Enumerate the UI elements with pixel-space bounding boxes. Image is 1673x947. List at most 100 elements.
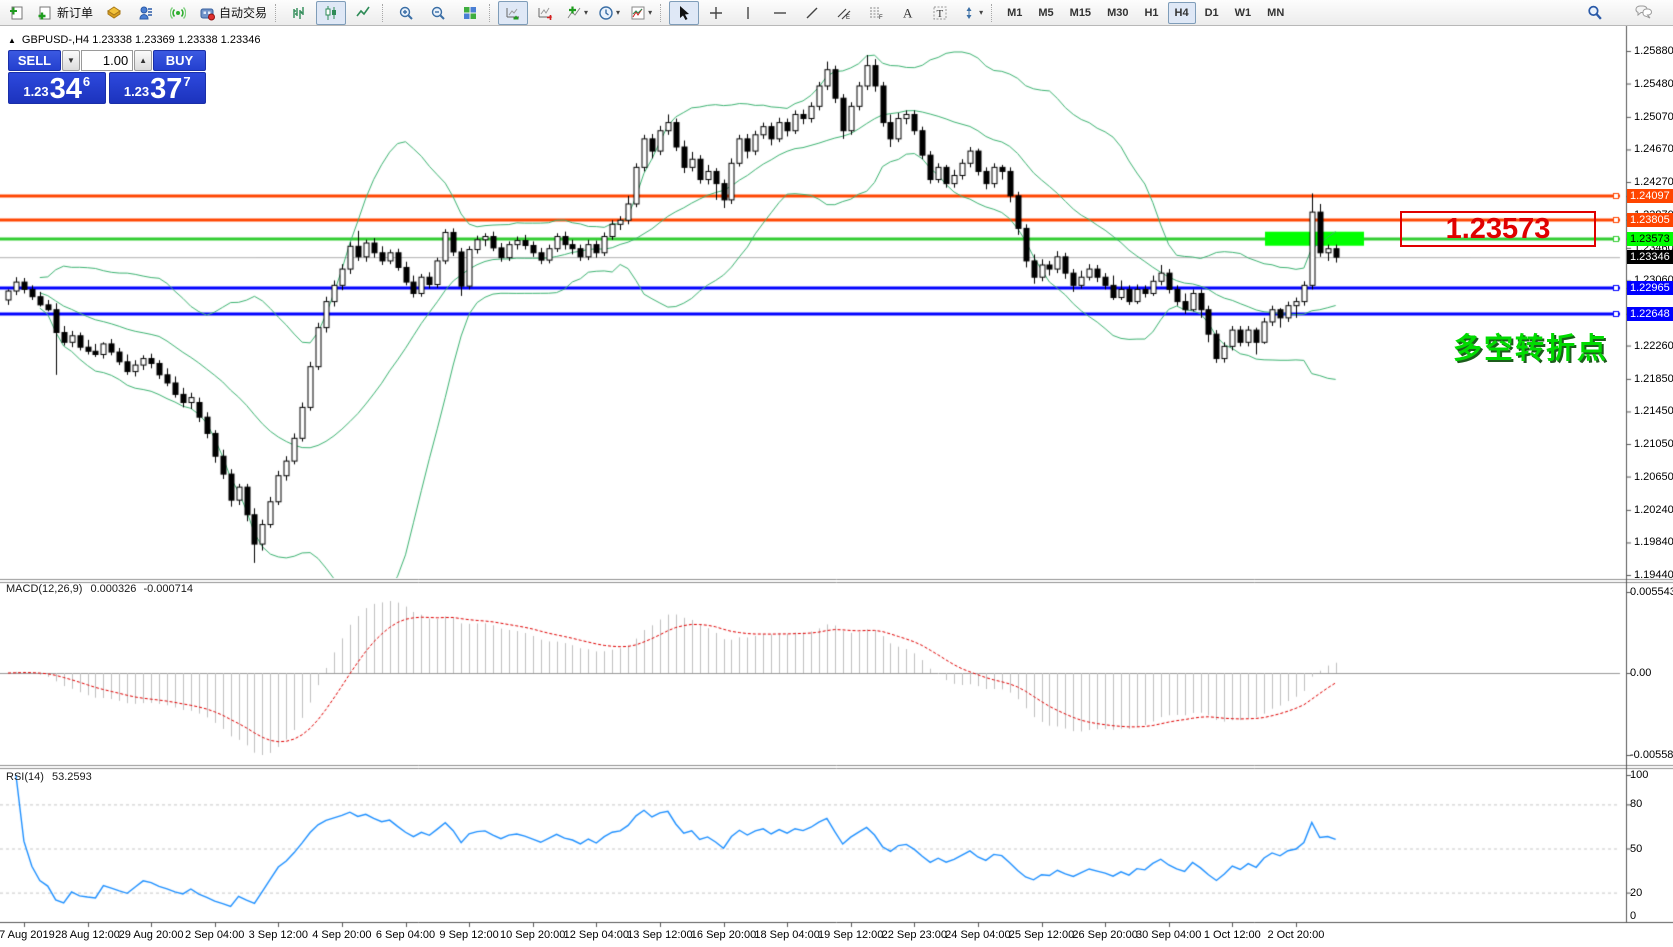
arrows-icon [966,6,972,19]
time-axis-label: 1 Oct 12:00 [1203,929,1261,941]
buy-price-big: 37 [150,73,183,105]
zoom-in-icon [399,6,413,20]
bar-chart-button[interactable] [284,1,314,25]
chat-button[interactable] [1628,1,1658,25]
time-axis-label: 22 Sep 23:00 [881,929,948,941]
timeframe-mn[interactable]: MN [1260,2,1291,24]
level-price-tag: 1.22965 [1627,281,1673,296]
text-label-icon: T [933,6,947,20]
channel-tool[interactable]: E [829,1,859,25]
price-tick-label: 1.22260 [1634,339,1673,352]
price-tick-label: 1.25880 [1634,45,1673,57]
text-tool[interactable]: A [893,1,923,25]
signals-button[interactable] [163,1,193,25]
timeframe-m1[interactable]: M1 [1000,2,1029,24]
buy-button[interactable]: BUY [152,50,206,71]
rsi-scale-label: 100 [1630,769,1649,781]
buy-price-display[interactable]: 1.23 37 7 [108,72,206,105]
time-axis-label: 26 Sep 20:00 [1072,929,1138,941]
auto-scroll-icon [506,7,520,20]
templates-button[interactable]: ▾ [626,1,656,25]
dropdown-caret-icon: ▾ [979,8,984,17]
vertical-line-tool[interactable] [733,1,763,25]
new-order-button[interactable]: 新订单 [33,1,97,25]
new-chart-button[interactable] [1,1,31,25]
timeframe-d1[interactable]: D1 [1198,2,1226,24]
text-label-tool[interactable]: T [925,1,955,25]
sell-price-big: 34 [49,73,82,105]
timeframe-group: M1 M5 M15 M30 H1 H4 D1 W1 MN [999,1,1292,24]
metaeditor-button[interactable] [99,1,129,25]
timeframe-m5[interactable]: M5 [1031,2,1060,24]
price-callout-box: 1.23573 [1400,211,1596,247]
chart-canvas[interactable] [0,26,1673,947]
search-button[interactable] [1579,1,1609,25]
zoom-out-icon [431,6,445,20]
community-button[interactable] [131,1,161,25]
horizontal-line-tool[interactable] [765,1,795,25]
toolbar-grip [660,3,665,22]
price-tick-label: 1.21050 [1634,438,1673,450]
timeframe-m30[interactable]: M30 [1100,2,1135,24]
tile-windows-button[interactable] [455,1,485,25]
macd-label: MACD(12,26,9) 0.000326 -0.000714 [6,583,193,595]
timeframe-w1[interactable]: W1 [1228,2,1259,24]
rsi-value: 53.2593 [51,771,92,783]
time-axis-label: 4 Sep 20:00 [312,929,372,941]
timeframe-h1[interactable]: H1 [1137,2,1165,24]
chat-icon [1635,4,1652,18]
time-axis-label: 25 Sep 12:00 [1008,929,1075,941]
signals-icon [170,6,187,19]
main-toolbar: 新订单 自动交易 ▾ ▾ ▾ E F A T ▾ M1 M5 M15 M30 H… [0,0,1673,26]
macd-signal-value: -0.000714 [143,583,193,595]
time-axis-label: 12 Sep 04:00 [563,929,630,941]
bar-chart-icon [293,6,304,19]
price-tick-label: 1.24670 [1634,143,1673,156]
chart-shift-button[interactable] [530,1,560,25]
collapse-triangle-icon[interactable]: ▲ [8,36,16,45]
time-axis-label: 28 Aug 12:00 [55,929,120,941]
time-axis-label: 24 Sep 04:00 [945,929,1011,941]
price-tick-label: 1.20240 [1634,503,1673,516]
time-axis-label: 3 Sep 12:00 [248,929,308,941]
sell-price-base: 1.23 [23,84,49,99]
search-icon [1587,5,1602,20]
volume-input[interactable]: 1.00 [80,50,134,71]
periods-button[interactable]: ▾ [594,1,624,25]
sell-button[interactable]: SELL [8,50,62,71]
indicators-button[interactable]: ▾ [562,1,592,25]
periods-clock-icon [599,5,613,20]
timeframe-m15[interactable]: M15 [1063,2,1098,24]
trendline-tool[interactable] [797,1,827,25]
cursor-button[interactable] [669,0,700,25]
dropdown-caret-icon: ▾ [584,8,589,17]
auto-scroll-button[interactable] [498,0,529,25]
text-icon: A [903,5,913,20]
crosshair-button[interactable] [701,1,731,25]
dropdown-caret-icon: ▾ [648,8,653,17]
arrows-tool[interactable]: ▾ [957,1,987,25]
time-axis-label: 6 Sep 04:00 [375,929,436,941]
crosshair-icon [710,6,723,19]
level-price-tag: 1.24097 [1627,189,1673,204]
fibonacci-tool[interactable]: F [861,1,891,25]
price-tick-label: 1.25480 [1634,77,1673,90]
trendline-icon [806,7,818,18]
time-axis-label: 2 Oct 20:00 [1267,929,1325,941]
price-tick-label: 1.20650 [1634,470,1673,483]
new-order-icon [38,6,51,19]
zoom-out-button[interactable] [423,1,453,25]
timeframe-h4[interactable]: H4 [1167,1,1196,24]
volume-increase-button[interactable]: ▲ [134,50,152,71]
price-tick-label: 1.21850 [1634,372,1673,385]
volume-decrease-button[interactable]: ▼ [62,50,80,71]
time-axis-label: 27 Aug 2019 [0,929,55,941]
sell-price-display[interactable]: 1.23 34 6 [8,72,106,104]
symbol-title: ▲ GBPUSD-,H4 1.23338 1.23369 1.23338 1.2… [8,34,260,46]
candlestick-button[interactable] [316,0,347,25]
line-chart-button[interactable] [348,1,378,25]
chart-window: ▲ GBPUSD-,H4 1.23338 1.23369 1.23338 1.2… [0,26,1673,947]
rsi-scale-label: 0 [1630,910,1637,922]
zoom-in-button[interactable] [391,1,421,25]
autotrading-button[interactable]: 自动交易 [195,1,271,25]
